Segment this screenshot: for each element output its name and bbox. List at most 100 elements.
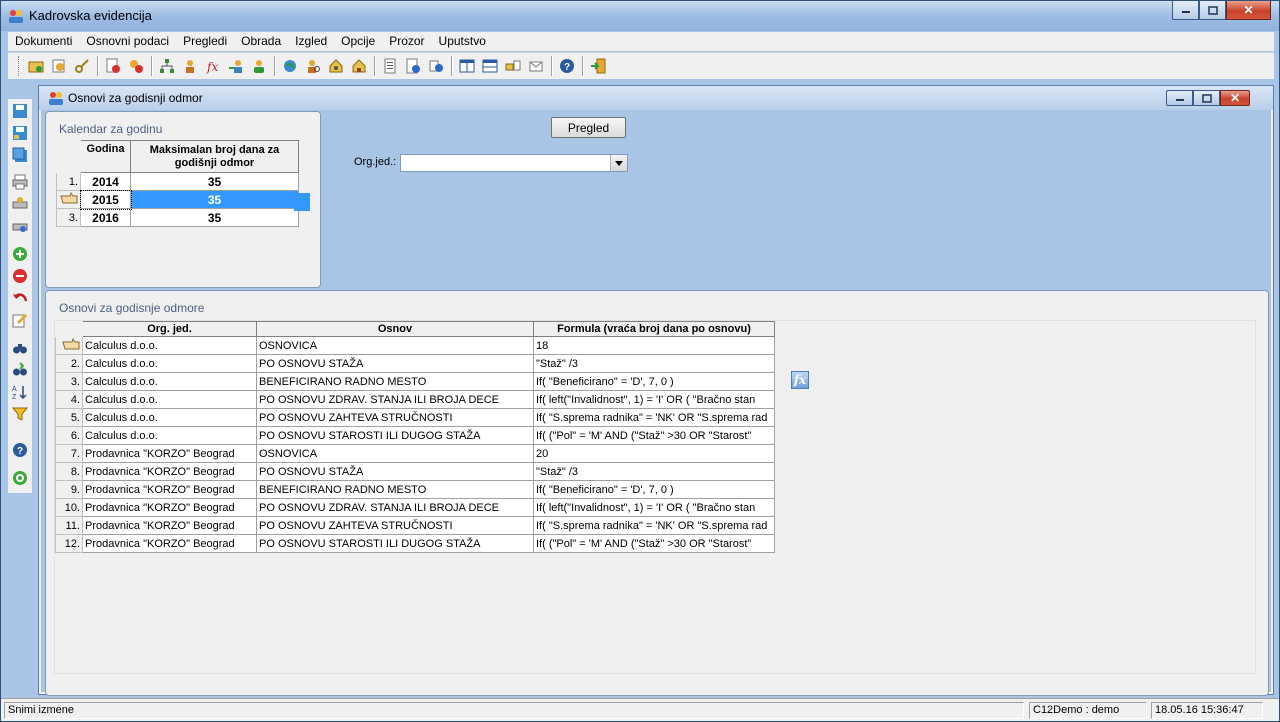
basis-cell[interactable]: PO OSNOVU STAROSTI ILI DUGOG STAŽA [256, 426, 534, 445]
formula-cell[interactable]: If( ("Pol" = 'M' AND ("Staž" >30 OR "Sta… [533, 426, 775, 445]
org-tree-icon[interactable] [156, 55, 178, 77]
formula-editor-button[interactable]: fx [791, 371, 809, 389]
column-header-org-unit[interactable]: Org. jed. [82, 321, 257, 337]
preview-button[interactable]: Pregled [551, 117, 626, 138]
org-unit-cell[interactable]: Calculus d.o.o. [82, 408, 257, 427]
menu-opcije[interactable]: Opcije [334, 32, 382, 51]
print-icon[interactable] [11, 173, 29, 191]
basis-row[interactable]: 3. Calculus d.o.o. BENEFICIRANO RADNO MEST… [55, 372, 775, 391]
column-header-formula[interactable]: Formula (vraća broj dana po osnovu) [533, 321, 775, 337]
maximize-button[interactable] [1199, 1, 1226, 20]
org-unit-cell[interactable]: Calculus d.o.o. [82, 336, 257, 355]
help-icon[interactable]: ? [11, 441, 29, 459]
formula-cell[interactable]: "Staž" /3 [533, 462, 775, 481]
house-icon[interactable] [348, 55, 370, 77]
workers-icon[interactable] [179, 55, 201, 77]
menu-prozor[interactable]: Prozor [382, 32, 431, 51]
info-icon[interactable] [425, 55, 447, 77]
basis-cell[interactable]: PO OSNOVU STAROSTI ILI DUGOG STAŽA [256, 534, 534, 553]
user-edit-icon[interactable] [48, 55, 70, 77]
block-icon[interactable] [125, 55, 147, 77]
print-setup-icon[interactable] [11, 217, 29, 235]
org-unit-cell[interactable]: Calculus d.o.o. [82, 354, 257, 373]
basis-cell[interactable]: PO OSNOVU ZDRAV. STANJA ILI BROJA DECE [256, 498, 534, 517]
formula-cell[interactable]: If( "S.sprema radnika" = 'NK' OR "S.spre… [533, 408, 775, 427]
formula-cell[interactable]: If( "S.sprema radnika" = 'NK' OR "S.spre… [533, 516, 775, 535]
find-icon[interactable] [11, 339, 29, 357]
table-icon[interactable] [479, 55, 501, 77]
delete-doc-icon[interactable] [102, 55, 124, 77]
basis-cell[interactable]: OSNOVICA [256, 444, 534, 463]
dropdown-arrow-button[interactable] [610, 155, 627, 171]
mail-icon[interactable] [525, 55, 547, 77]
basis-row[interactable]: 8. Prodavnica "KORZO" Beograd PO OSNOVU ST… [55, 462, 775, 481]
exit-icon[interactable] [587, 55, 609, 77]
remove-record-icon[interactable] [11, 267, 29, 285]
formula-cell[interactable]: If( left("Invalidnost", 1) = 'I' OR ( "B… [533, 390, 775, 409]
basis-cell[interactable]: PO OSNOVU ZAHTEVA STRUČNOSTI [256, 408, 534, 427]
max-days-cell[interactable]: 35 [130, 208, 299, 227]
save-icon[interactable] [11, 102, 29, 120]
calendar-row[interactable]: 3. 2016 35 [56, 208, 299, 227]
org-unit-cell[interactable]: Calculus d.o.o. [82, 372, 257, 391]
formula-cell[interactable]: "Staž" /3 [533, 354, 775, 373]
basis-cell[interactable]: BENEFICIRANO RADNO MESTO [256, 480, 534, 499]
year-cell[interactable]: 2015 [79, 189, 132, 210]
filter-icon[interactable] [11, 405, 29, 423]
house-gear-icon[interactable] [325, 55, 347, 77]
child-restore-button[interactable] [1193, 90, 1220, 106]
org-unit-cell[interactable]: Prodavnica "KORZO" Beograd [82, 516, 257, 535]
year-cell[interactable]: 2016 [80, 208, 131, 227]
folder-open-icon[interactable] [25, 55, 47, 77]
formula-cell[interactable]: If( ("Pol" = 'M' AND ("Staž" >30 OR "Sta… [533, 534, 775, 553]
formula-cell[interactable]: 18 [533, 336, 775, 355]
save-as-icon[interactable] [11, 124, 29, 142]
minimize-button[interactable] [1172, 1, 1199, 20]
menu-pregledi[interactable]: Pregledi [176, 32, 234, 51]
formula-cell[interactable]: If( "Beneficirano" = 'D', 7, 0 ) [533, 372, 775, 391]
basis-row[interactable]: 12. Prodavnica "KORZO" Beograd PO OSNOVU S… [55, 534, 775, 553]
user-icon[interactable] [248, 55, 270, 77]
basis-cell[interactable]: PO OSNOVU STAŽA [256, 354, 534, 373]
column-header-basis[interactable]: Osnov [256, 321, 534, 337]
org-unit-cell[interactable]: Prodavnica "KORZO" Beograd [82, 498, 257, 517]
calendar-row-selected[interactable]: 2015 35 [56, 189, 299, 210]
max-days-cell[interactable]: 35 [130, 172, 299, 191]
menu-izgled[interactable]: Izgled [288, 32, 334, 51]
close-button[interactable]: ✕ [1226, 1, 1271, 20]
basis-row[interactable]: 9. Prodavnica "KORZO" Beograd BENEFICIRANO… [55, 480, 775, 499]
basis-cell[interactable]: PO OSNOVU STAŽA [256, 462, 534, 481]
menu-uputstvo[interactable]: Uputstvo [432, 32, 493, 51]
user-search-icon[interactable] [302, 55, 324, 77]
basis-cell[interactable]: OSNOVICA [256, 336, 534, 355]
add-record-icon[interactable] [11, 245, 29, 263]
print-preview-icon[interactable] [11, 195, 29, 213]
basis-row[interactable]: 7. Prodavnica "KORZO" Beograd OSNOVICA 20 [55, 444, 775, 463]
save-all-icon[interactable] [11, 146, 29, 164]
globe-icon[interactable] [279, 55, 301, 77]
basis-row[interactable]: 4. Calculus d.o.o. PO OSNOVU ZDRAV. STANJA… [55, 390, 775, 409]
max-days-cell[interactable]: 35 [130, 190, 299, 209]
basis-row[interactable]: 5. Calculus d.o.o. PO OSNOVU ZAHTEVA STRUČ… [55, 408, 775, 427]
edit-icon[interactable] [11, 311, 29, 329]
column-header-max-days[interactable]: Maksimalan broj dana za godišnji odmor [130, 140, 299, 173]
refresh-icon[interactable] [11, 469, 29, 487]
basis-row[interactable]: 11. Prodavnica "KORZO" Beograd PO OSNOVU Z… [55, 516, 775, 535]
child-close-button[interactable]: ✕ [1220, 90, 1250, 106]
calendar-row[interactable]: 1. 2014 35 [56, 172, 299, 191]
basis-row[interactable]: 6. Calculus d.o.o. PO OSNOVU STAROSTI ILI … [55, 426, 775, 445]
org-unit-cell[interactable]: Calculus d.o.o. [82, 426, 257, 445]
sort-icon[interactable]: AZ [11, 383, 29, 401]
basis-cell[interactable]: PO OSNOVU ZAHTEVA STRUČNOSTI [256, 516, 534, 535]
org-unit-select[interactable] [400, 154, 628, 172]
grid-view-icon[interactable] [456, 55, 478, 77]
child-minimize-button[interactable] [1166, 90, 1193, 106]
find-next-icon[interactable] [11, 361, 29, 379]
org-unit-cell[interactable]: Prodavnica "KORZO" Beograd [82, 444, 257, 463]
menu-dokumenti[interactable]: Dokumenti [8, 32, 79, 51]
function-icon[interactable]: fx [202, 55, 224, 77]
key-icon[interactable] [71, 55, 93, 77]
basis-cell[interactable]: PO OSNOVU ZDRAV. STANJA ILI BROJA DECE [256, 390, 534, 409]
basis-row[interactable]: Calculus d.o.o. OSNOVICA 18 [55, 336, 775, 355]
menu-obrada[interactable]: Obrada [234, 32, 288, 51]
